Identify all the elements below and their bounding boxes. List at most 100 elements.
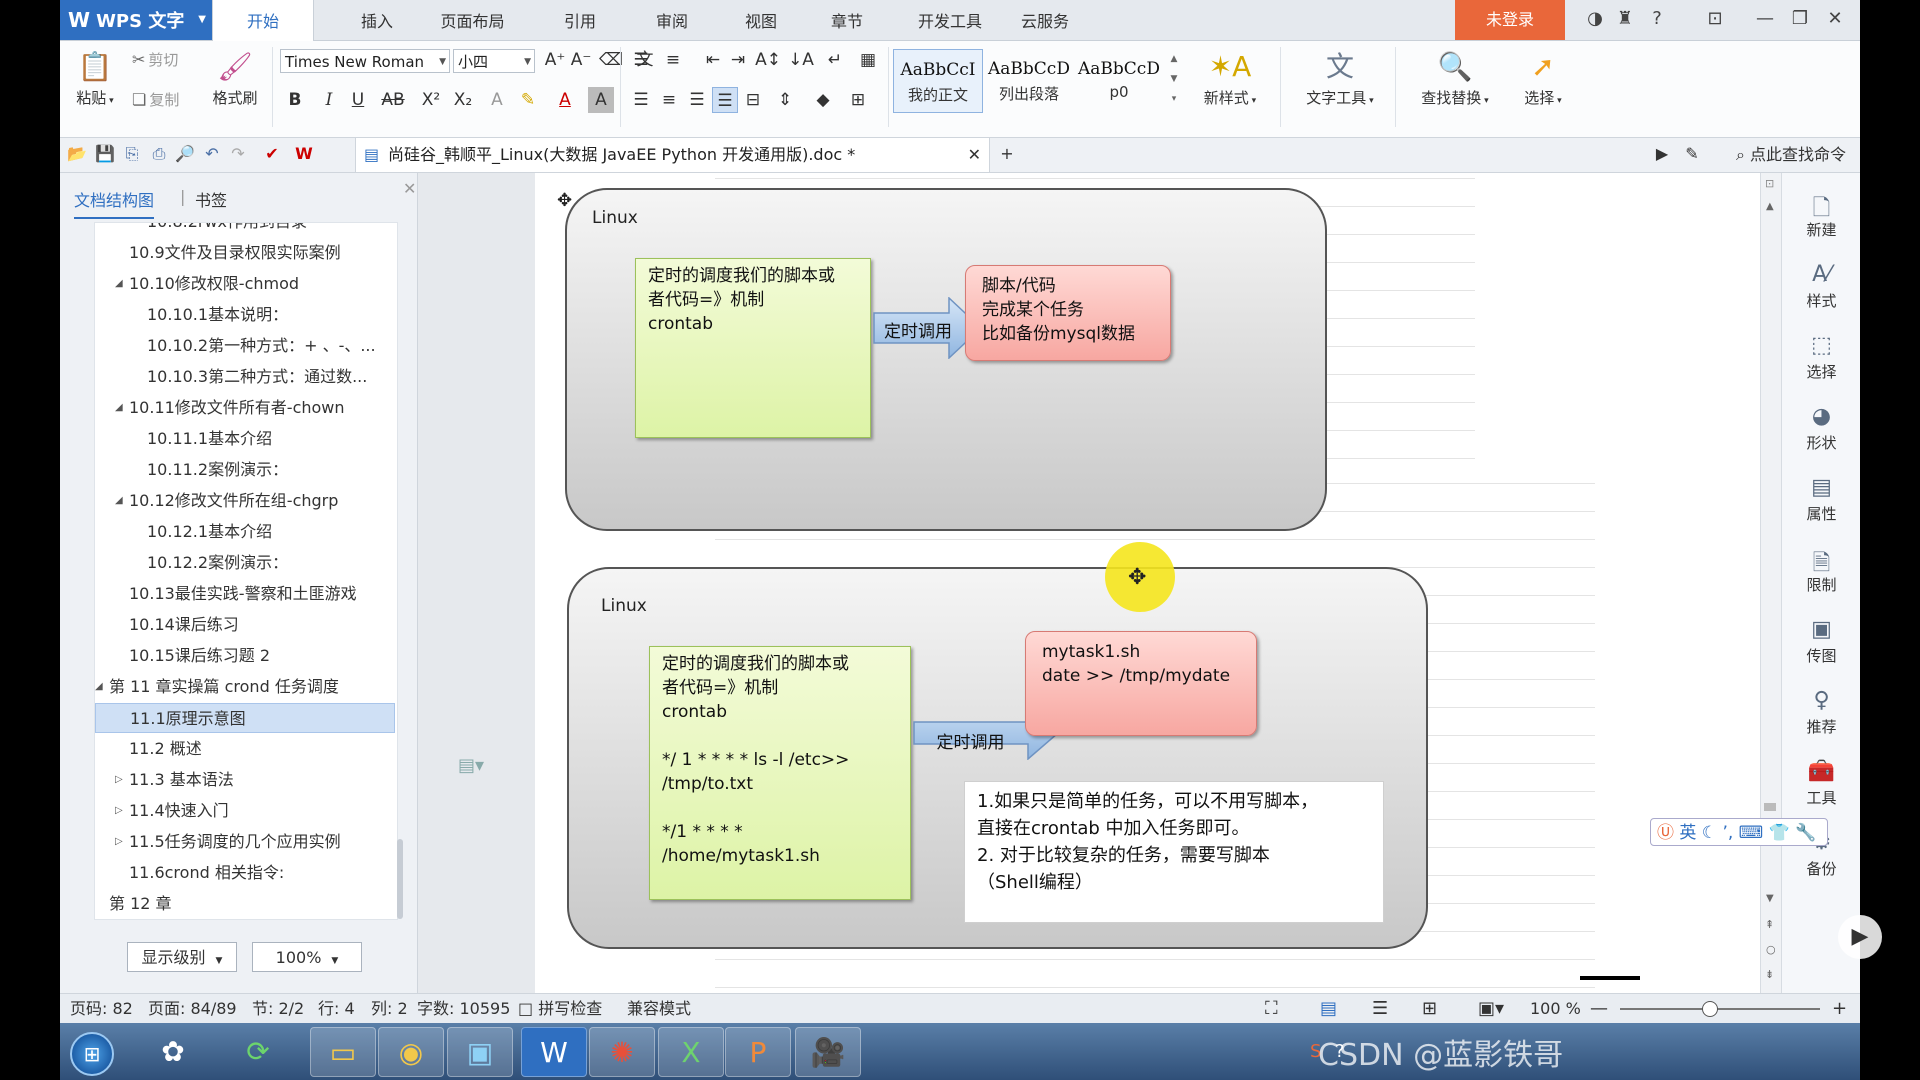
style-normal[interactable]: AaBbCcI 我的正文 [893,49,983,113]
task-pane-item[interactable]: ▣ 传图 [1782,617,1860,666]
text-tools-button[interactable]: 文 文字工具 ▾ [1290,47,1390,108]
wps-home-icon[interactable]: W [292,144,316,166]
text-effect-icon[interactable]: A [484,87,510,113]
display-level-select[interactable]: 显示级别 ▼ [127,942,237,972]
outline-item[interactable]: 10.12.2案例演示： [95,548,395,578]
grow-font-icon[interactable]: A⁺ [542,47,568,73]
decrease-indent-icon[interactable]: ⇤ [700,47,726,73]
refresh-app-icon[interactable]: ⟳ [225,1027,291,1077]
piccolo-app-icon[interactable]: ✿ [140,1027,206,1077]
justify-icon[interactable]: ☰ [712,87,738,113]
paste-options-icon[interactable]: ▤▾ [458,755,484,776]
sort-icon[interactable]: ↓A [788,47,814,73]
task-pane-item[interactable]: ▤ 属性 [1782,475,1860,524]
shrink-font-icon[interactable]: A⁻ [568,47,594,73]
powerpoint-icon[interactable]: P [725,1027,791,1077]
undo-icon[interactable]: ↶ [200,144,224,166]
collapsed-triangle-icon[interactable]: ▷ [115,765,123,795]
tab-review[interactable]: 审阅 [627,0,717,40]
zoom-slider[interactable] [1620,1008,1820,1010]
outline-item[interactable]: ▷ 11.5任务调度的几个应用实例 [95,827,395,857]
outline-item[interactable]: 10.11.2案例演示： [95,455,395,485]
minimize-icon[interactable]: — [1750,4,1780,34]
bold-icon[interactable]: B [282,87,308,113]
page-view-icon[interactable]: ▤ [1320,994,1337,1024]
app-menu-button[interactable]: W WPS 文字 ▼ [60,0,212,40]
outline-item[interactable]: 10.14课后练习 [95,610,395,640]
outline-item[interactable]: 10.9文件及目录权限实际案例 [95,238,395,268]
collapsed-triangle-icon[interactable]: ▷ [115,827,123,857]
border-icon[interactable]: ⊞ [845,87,871,113]
document-scrollbar[interactable]: ⊡ ▲ ▼ ⇞ ○ ⇟ [1760,173,1781,993]
export-pdf-icon[interactable]: ⎘ [120,144,144,166]
bullet-list-icon[interactable]: ☰ [628,47,654,73]
document-tab[interactable]: ▤ 尚硅谷_韩顺平_Linux(大数据 JavaEE Python 开发通用版)… [355,138,990,172]
task-pane-item[interactable]: 🗎 限制 [1782,546,1860,595]
select-button[interactable]: ➚ 选择 ▾ [1508,47,1578,108]
search-command[interactable]: ⌕ 点此查找命令 [1736,138,1846,172]
subscript-icon[interactable]: X₂ [450,87,476,113]
redo-icon[interactable]: ↷ [226,144,250,166]
align-right-icon[interactable]: ☰ [684,87,710,113]
video-play-icon[interactable]: ▶ [1838,915,1882,959]
close-pane-icon[interactable]: ✕ [403,179,416,198]
open-folder-icon[interactable]: 📂 [65,144,89,166]
feedback-icon[interactable]: ✎ [1680,144,1704,166]
print-preview-icon[interactable]: 🔎 [173,144,197,166]
numbered-list-icon[interactable]: ≡ [660,47,686,73]
browse-object-icon[interactable]: ○ [1766,943,1776,956]
outline-item[interactable]: 11.2 概述 [95,734,395,764]
task-pane-item[interactable]: ♀ 推荐 [1782,688,1860,737]
outline-item[interactable]: ▷ 11.4快速入门 [95,796,395,826]
outline-item[interactable]: 10.8.2rwx作用到目录 [95,223,395,237]
task-pane-item[interactable]: ⬚ 选择 [1782,333,1860,382]
task-pane-item[interactable]: ◕ 形状 [1782,404,1860,453]
scroll-up-icon[interactable]: ▲ [1766,201,1774,212]
start-button[interactable]: ⊞ [62,1027,122,1077]
outline-item[interactable]: 10.10.2第一种方式：+ 、-、... [95,331,395,361]
previous-page-icon[interactable]: ⇞ [1765,918,1774,931]
text-direction-icon[interactable]: A↕ [755,47,781,73]
copy-button[interactable]: ❏ 复制 [132,89,179,110]
italic-icon[interactable]: I [316,87,342,113]
shading-icon[interactable]: ◆ [810,87,836,113]
align-left-icon[interactable]: ☰ [628,87,654,113]
outline-item[interactable]: 第 12 章 [95,889,395,919]
outline-item[interactable]: 10.10.1基本说明： [95,300,395,330]
outline-item[interactable]: 10.13最佳实践-警察和土匪游戏 [95,579,395,609]
task-pane-item[interactable]: 🧰 工具 [1782,759,1860,808]
superscript-icon[interactable]: X² [418,87,444,113]
outline-item[interactable]: 11.1原理示意图 [95,703,395,733]
camera-recorder-icon[interactable]: 🎥 [795,1027,861,1077]
task-pane-item[interactable]: A⁄ 样式 [1782,262,1860,311]
task-pane-item[interactable]: 🗋 新建 [1782,191,1860,240]
style-p0[interactable]: AaBbCcD p0 [1075,49,1163,111]
outline-scrollbar[interactable] [397,839,403,919]
strikethrough-icon[interactable]: AB [380,87,406,113]
tab-start[interactable]: 开始 [212,0,314,41]
format-painter-button[interactable]: 🖌 格式刷 [205,47,265,108]
reading-view-icon[interactable]: ▣▾ [1478,994,1504,1024]
cut-button[interactable]: ✂ 剪切 [132,49,178,70]
login-button[interactable]: 未登录 [1455,0,1565,40]
scroll-down-icon[interactable]: ▼ [1766,893,1774,904]
fullscreen-icon[interactable]: ⛶ [1265,994,1278,1024]
paragraph-mark-icon[interactable]: ↵ [822,47,848,73]
highlight-icon[interactable]: ✎ [515,87,541,113]
outline-view-icon[interactable]: ☰ [1372,994,1388,1024]
expanded-triangle-icon[interactable]: ◢ [95,672,103,702]
zoom-out-icon[interactable]: — [1590,994,1608,1024]
tab-developer[interactable]: 开发工具 [895,0,1005,40]
restore-panel-icon[interactable]: ⊡ [1700,4,1730,34]
file-explorer-icon[interactable]: ▭ [310,1027,376,1077]
expanded-triangle-icon[interactable]: ◢ [115,486,123,516]
split-view-icon[interactable]: ⊡ [1765,177,1774,190]
tab-bookmarks[interactable]: 书签 [195,187,227,211]
tab-references[interactable]: 引用 [535,0,625,40]
outline-item[interactable]: 10.11.1基本介绍 [95,424,395,454]
outline-item[interactable]: ◢ 10.10修改权限-chmod [95,269,395,299]
next-page-icon[interactable]: ⇟ [1765,968,1774,981]
char-shading-icon[interactable]: A [588,87,614,113]
save-icon[interactable]: 💾 [93,144,117,166]
outline-item[interactable]: ◢ 10.11修改文件所有者-chown [95,393,395,423]
